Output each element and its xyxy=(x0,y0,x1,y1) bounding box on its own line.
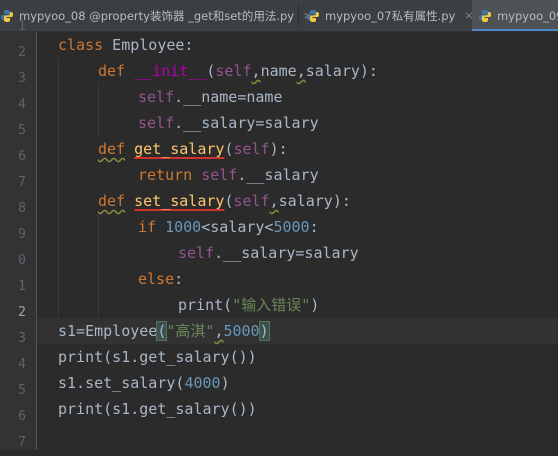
line-number: 8 xyxy=(18,201,26,216)
code-line-4: self.__salary=salary xyxy=(138,114,319,132)
code-line-5: def get_salary(self): xyxy=(98,140,288,158)
line-number: 3 xyxy=(18,71,26,86)
code-editor[interactable]: class Employee: def __init__(self,name,s… xyxy=(37,32,558,450)
code-line-13: print(s1.get_salary()) xyxy=(58,348,257,366)
line-number: 5 xyxy=(18,123,26,138)
text-cursor xyxy=(268,322,270,339)
code-line-10: else: xyxy=(138,270,184,288)
code-line-9: self.__salary=salary xyxy=(178,244,359,262)
line-number: 6 xyxy=(18,409,26,424)
code-line-11: print("输入错误") xyxy=(178,296,320,314)
python-file-icon xyxy=(479,9,491,22)
tab-divider xyxy=(298,4,299,27)
line-number: 6 xyxy=(18,149,26,164)
code-line-2: def __init__(self,name,salary): xyxy=(98,62,378,80)
line-number: 7 xyxy=(18,435,26,450)
line-number: 3 xyxy=(18,331,26,346)
python-file-icon xyxy=(307,9,319,22)
code-line-12: s1=Employee("高淇",5000) xyxy=(58,321,270,341)
tab-mypyoo-08[interactable]: mypyoo_08 @property装饰器 _get和set的用法.py × xyxy=(0,0,312,31)
code-line-7: def set_salary(self,salary): xyxy=(98,192,351,210)
code-line-6: return self.__salary xyxy=(138,166,319,184)
line-number: 5 xyxy=(18,383,26,398)
indent-guide xyxy=(98,84,99,136)
code-line-3: self.__name=name xyxy=(138,88,283,106)
tab-mypyoo-07[interactable]: mypyoo_07私有属性.py × xyxy=(300,0,474,31)
code-line-8: if 1000<salary<5000: xyxy=(138,218,319,236)
code-line-15: print(s1.get_salary()) xyxy=(58,400,257,418)
editor-tab-bar: mypyoo_08 @property装饰器 _get和set的用法.py × … xyxy=(0,0,558,32)
line-number: 1 xyxy=(18,19,26,34)
indent-guide xyxy=(58,58,59,318)
tab-mypyoo-09-active[interactable]: mypyoo_09 xyxy=(472,0,558,31)
tab-label: mypyoo_08 @property装饰器 _get和set的用法.py xyxy=(19,8,295,23)
line-number: 1 xyxy=(18,279,26,294)
line-number: 4 xyxy=(18,97,26,112)
indent-guide xyxy=(98,214,99,318)
tab-label: mypyoo_07私有属性.py xyxy=(325,8,456,23)
line-number: 9 xyxy=(18,227,26,242)
code-line-1: class Employee: xyxy=(58,36,194,54)
line-number: 7 xyxy=(18,175,26,190)
line-number: 2 xyxy=(18,45,26,60)
line-number: 0 xyxy=(18,253,26,268)
code-line-14: s1.set_salary(4000) xyxy=(58,374,230,392)
line-number: 2 xyxy=(18,305,26,320)
line-number-gutter[interactable]: 1 2 3 4 5 6 7 8 9 0 1 2 3 4 5 6 7 xyxy=(0,19,36,450)
line-number: 4 xyxy=(18,357,26,372)
tab-label: mypyoo_09 xyxy=(497,8,558,23)
